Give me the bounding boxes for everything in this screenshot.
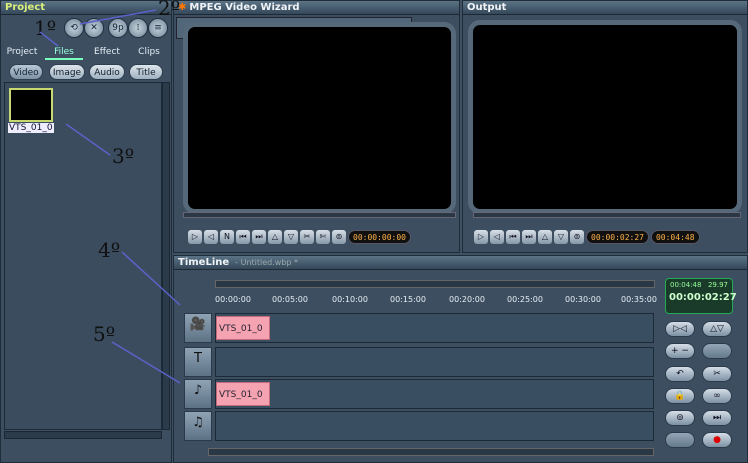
annotation-arrows	[39, 9, 181, 384]
